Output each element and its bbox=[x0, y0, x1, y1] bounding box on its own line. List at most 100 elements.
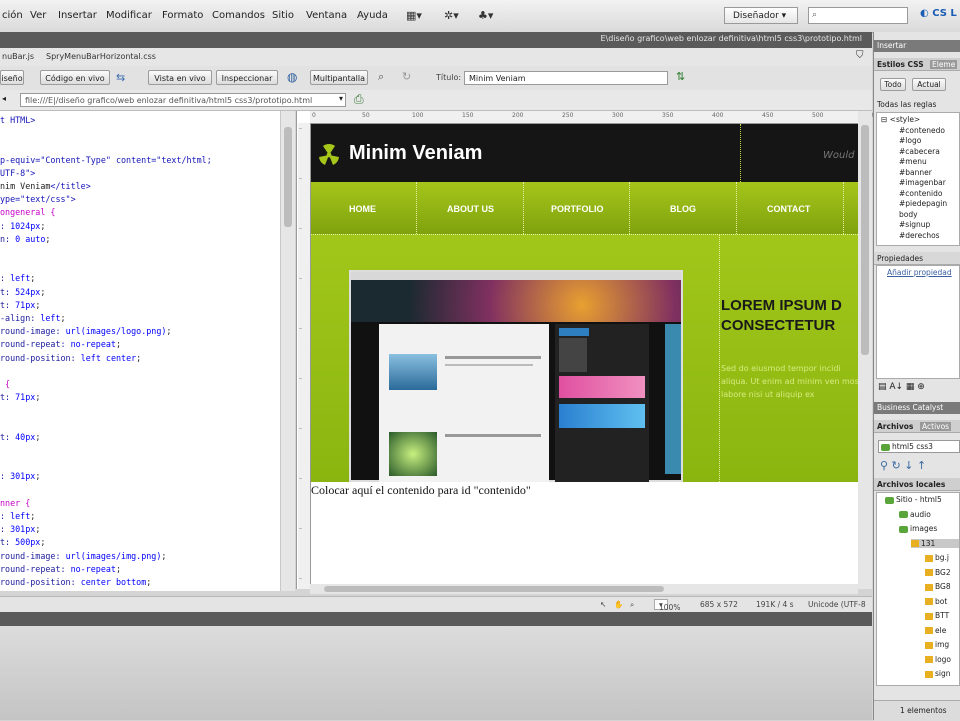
css-rule-item[interactable]: #banner bbox=[899, 168, 932, 177]
css-rule-item[interactable]: #piedepagin bbox=[899, 199, 947, 208]
css-rule-item[interactable]: #contenido bbox=[899, 189, 943, 198]
menu-comandos[interactable]: Comandos bbox=[212, 10, 265, 21]
menu-edicion[interactable]: ción bbox=[2, 10, 23, 21]
nav-portfolio[interactable]: PORTFOLIO bbox=[551, 204, 604, 214]
bc-panel-header[interactable]: Business Catalyst bbox=[874, 402, 960, 414]
file-tree-item[interactable]: BTT bbox=[925, 611, 949, 620]
live-code-button[interactable]: Código en vivo bbox=[40, 70, 110, 85]
tab-files[interactable]: Archivos bbox=[877, 422, 913, 431]
radiation-logo-icon bbox=[319, 144, 339, 165]
menu-insertar[interactable]: Insertar bbox=[58, 10, 97, 21]
banner-scrollbar bbox=[665, 324, 681, 474]
menu-formato[interactable]: Formato bbox=[162, 10, 203, 21]
inspect-button[interactable]: Inspeccionar bbox=[216, 70, 278, 85]
add-property-link[interactable]: Añadir propiedad bbox=[887, 268, 952, 277]
browser-preview-icon[interactable]: ⎙ bbox=[354, 92, 364, 107]
related-file-js[interactable]: nuBar.js bbox=[2, 52, 34, 61]
zoom-icon[interactable]: ⌕ bbox=[378, 70, 384, 84]
design-view-button[interactable]: iseño bbox=[0, 70, 24, 85]
search-input[interactable]: ⌕ bbox=[808, 7, 908, 24]
address-dropdown-icon[interactable]: ▾ bbox=[339, 94, 343, 103]
code-scroll-thumb[interactable] bbox=[284, 127, 292, 227]
mode-current-button[interactable]: Actual bbox=[912, 78, 946, 91]
design-horizontal-scrollbar[interactable] bbox=[310, 584, 858, 594]
layout-icon[interactable]: ▦▾ bbox=[406, 9, 422, 22]
design-vertical-scrollbar[interactable] bbox=[858, 111, 872, 589]
nav-home[interactable]: HOME bbox=[349, 204, 376, 214]
file-tree-item[interactable]: audio bbox=[899, 510, 931, 519]
file-management-icon[interactable]: ⇅ bbox=[676, 70, 685, 83]
file-tree-item[interactable]: images bbox=[899, 524, 937, 533]
css-rule-item[interactable]: #cabecera bbox=[899, 147, 940, 156]
file-tree-item[interactable]: ele bbox=[925, 626, 946, 635]
css-rule-item[interactable]: ⊟ <style> bbox=[881, 115, 920, 124]
gear-icon[interactable]: ✲▾ bbox=[444, 9, 459, 22]
live-code-icon[interactable]: ⇆ bbox=[116, 71, 125, 84]
files-tree[interactable]: Sitio - html5 audio images 131 bg.j BG2 BG8 bot… bbox=[876, 492, 960, 686]
filter-icon[interactable]: ⛉ bbox=[856, 50, 864, 61]
mode-all-button[interactable]: Todo bbox=[880, 78, 906, 91]
tab-assets[interactable]: Activos bbox=[920, 422, 952, 431]
page-preview[interactable]: Minim Veniam Would HOME ABOUT US PORTFOL… bbox=[311, 124, 858, 482]
menu-ventana[interactable]: Ventana bbox=[306, 10, 347, 21]
zoom-select[interactable]: 100% ▾ bbox=[654, 599, 680, 612]
file-tree-item[interactable]: Sitio - html5 bbox=[885, 495, 942, 504]
menu-bar: ción Ver Insertar Modificar Formato Coma… bbox=[0, 0, 960, 33]
code-view[interactable]: t HTML> p-equiv="Content-Type" content="t… bbox=[0, 111, 280, 591]
site-select[interactable]: html5 css3 bbox=[878, 440, 960, 453]
globe-icon[interactable]: ◍ bbox=[287, 70, 297, 84]
css-rule-item[interactable]: body bbox=[899, 210, 918, 219]
zoom-tool-icon[interactable]: ⌕ bbox=[630, 600, 634, 610]
nav-about[interactable]: ABOUT US bbox=[447, 204, 494, 214]
workspace-switcher[interactable]: Diseñador ▾ bbox=[724, 7, 798, 24]
code-line: -align: left; bbox=[0, 313, 66, 323]
tab-css-styles[interactable]: Estilos CSS bbox=[877, 60, 924, 69]
file-tree-item[interactable]: bot bbox=[925, 597, 947, 606]
menu-ver[interactable]: Ver bbox=[30, 10, 46, 21]
ruler-tick: – bbox=[299, 125, 302, 132]
hand-tool-icon[interactable]: ✋ bbox=[614, 600, 623, 609]
title-input[interactable]: Minim Veniam bbox=[464, 71, 668, 85]
file-tree-item[interactable]: BG2 bbox=[925, 568, 951, 577]
nav-blog[interactable]: BLOG bbox=[670, 204, 696, 214]
css-rule-item[interactable]: #menu bbox=[899, 157, 927, 166]
select-tool-icon[interactable]: ↖ bbox=[600, 600, 606, 609]
encoding: Unicode (UTF-8 bbox=[808, 600, 866, 609]
live-view-button[interactable]: Vista en vivo bbox=[148, 70, 212, 85]
window-size[interactable]: 685 x 572 bbox=[700, 600, 738, 609]
file-tree-item[interactable]: 131 bbox=[911, 538, 959, 548]
menu-modificar[interactable]: Modificar bbox=[106, 10, 152, 21]
site-icon[interactable]: ♣▾ bbox=[478, 9, 493, 22]
css-panel-tool-icons[interactable]: ▤ A↓ ▦ ⊕ bbox=[878, 382, 925, 392]
css-rule-item[interactable]: #contenedo bbox=[899, 126, 945, 135]
code-line: t: 524px; bbox=[0, 286, 46, 297]
code-line: ype="text/css"> bbox=[0, 194, 76, 205]
code-scrollbar[interactable] bbox=[280, 111, 295, 591]
tab-elements[interactable]: Eleme bbox=[930, 60, 958, 69]
file-tree-item[interactable]: img bbox=[925, 640, 949, 649]
menu-sitio[interactable]: Sitio bbox=[272, 10, 294, 21]
insert-tab[interactable]: Insertar bbox=[877, 41, 906, 50]
multiscreen-button[interactable]: Multipantalla bbox=[310, 70, 368, 85]
refresh-icon[interactable]: ↻ bbox=[402, 70, 411, 83]
code-line: : left; bbox=[0, 511, 36, 521]
menu-ayuda[interactable]: Ayuda bbox=[357, 10, 388, 21]
css-rule-item[interactable]: #signup bbox=[899, 220, 930, 229]
files-toolbar-icons[interactable]: ⚲ ↻ ↓ ↑ bbox=[880, 459, 926, 472]
file-tree-item[interactable]: BG8 bbox=[925, 582, 951, 591]
design-vscroll-thumb[interactable] bbox=[861, 125, 869, 355]
cs-live-button[interactable]: ◐ CS L bbox=[920, 8, 957, 19]
design-hscroll-thumb[interactable] bbox=[324, 586, 664, 592]
css-rule-item[interactable]: #logo bbox=[899, 136, 921, 145]
css-rule-item[interactable]: #imagenbar bbox=[899, 178, 946, 187]
content-placeholder[interactable]: Colocar aquí el contenido para id "conte… bbox=[311, 483, 531, 498]
file-tree-item[interactable]: sign bbox=[925, 669, 951, 678]
file-tree-item[interactable]: bg.j bbox=[925, 553, 949, 562]
address-input[interactable]: file:///E|/diseño grafico/web enlozar de… bbox=[20, 93, 346, 107]
related-file-css[interactable]: SpryMenuBarHorizontal.css bbox=[46, 52, 156, 61]
banner-sidebar-box bbox=[559, 338, 587, 372]
insert-panel-header[interactable]: Insertar bbox=[874, 40, 960, 52]
nav-contact[interactable]: CONTACT bbox=[767, 204, 810, 214]
css-rule-item[interactable]: #derechos bbox=[899, 231, 940, 240]
file-tree-item[interactable]: logo bbox=[925, 655, 951, 664]
